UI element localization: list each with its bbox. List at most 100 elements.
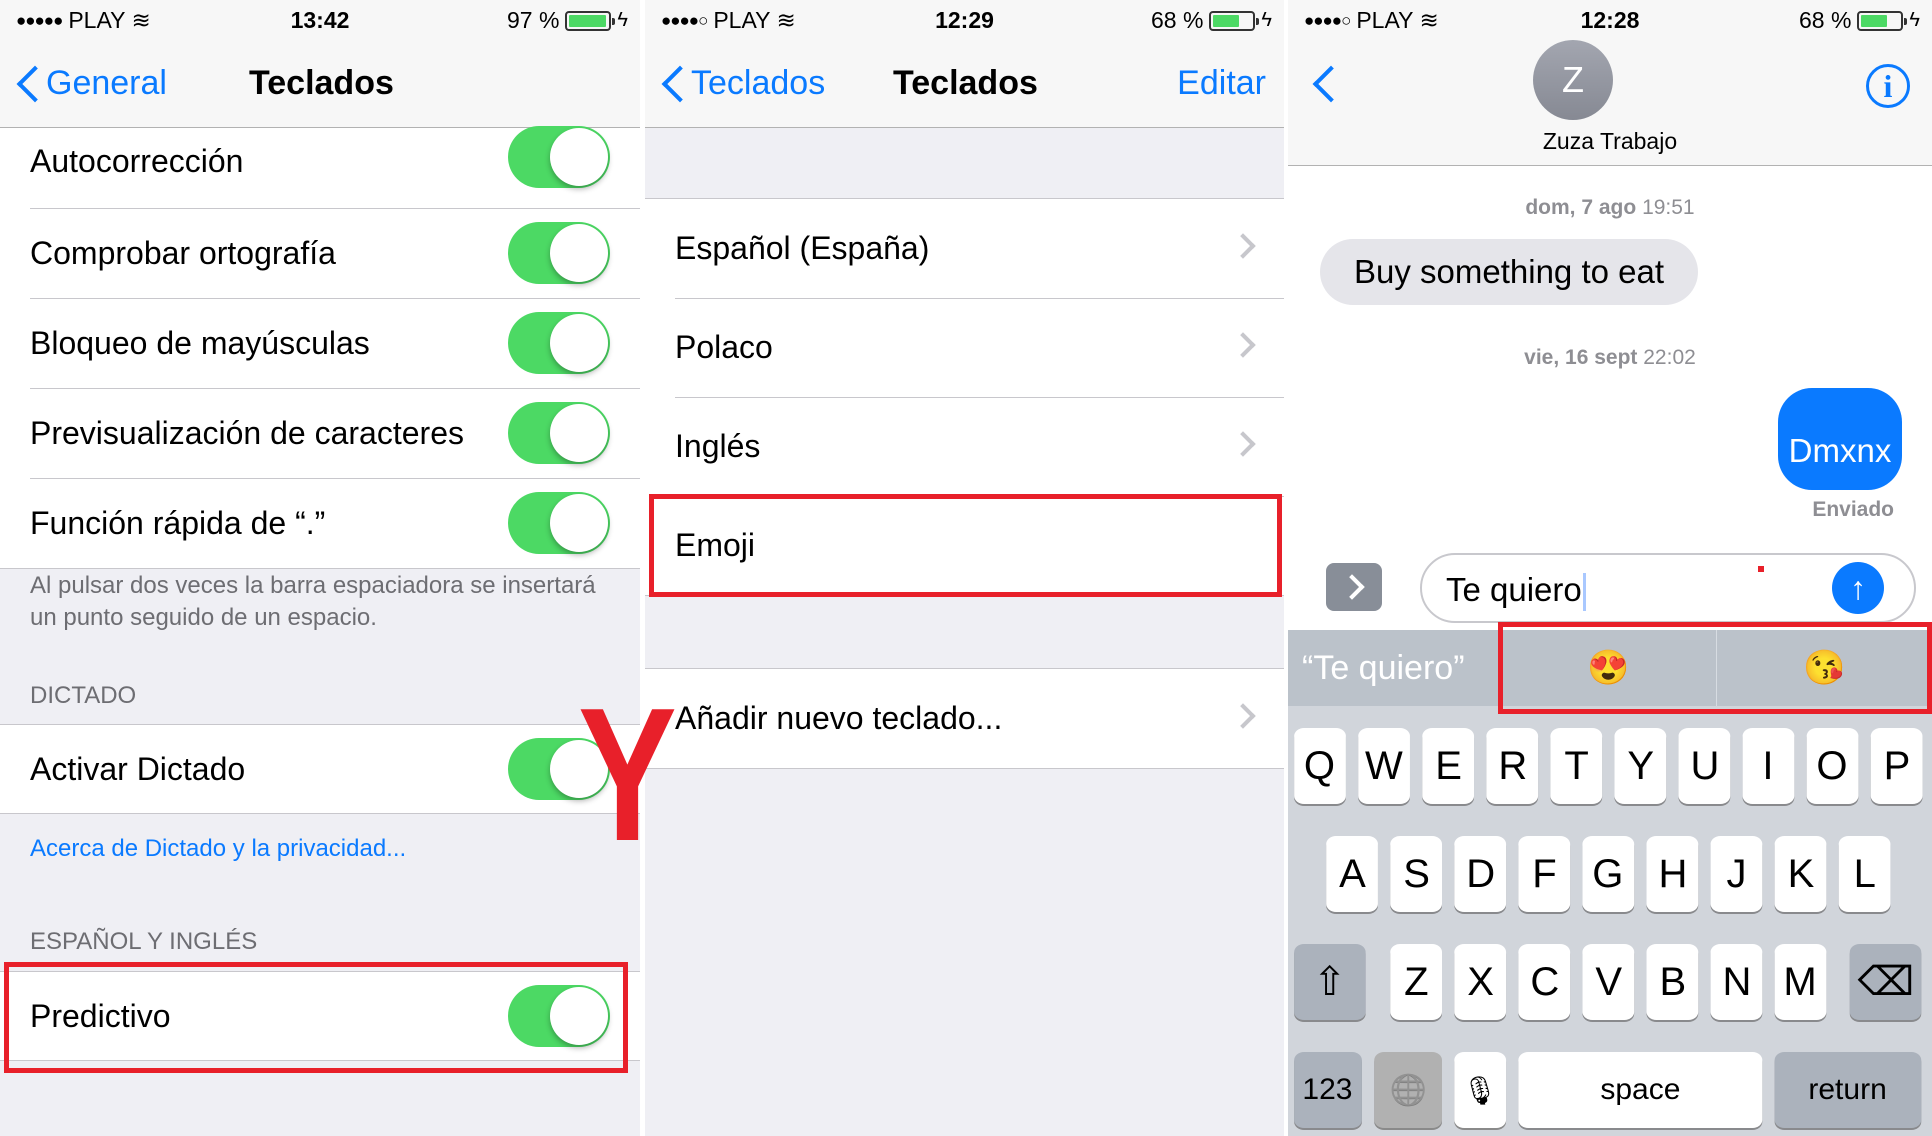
toggle-switch[interactable] [508, 402, 610, 464]
key-a[interactable]: A [1326, 836, 1378, 912]
globe-icon[interactable]: 🌐 [1374, 1052, 1442, 1128]
battery-icon [565, 10, 616, 31]
key-k[interactable]: K [1774, 836, 1827, 912]
key-c[interactable]: C [1518, 944, 1571, 1020]
period-shortcut-note: Al pulsar dos veces la barra espaciadora… [30, 572, 596, 631]
text-caret [1582, 573, 1586, 612]
edit-button[interactable]: Editar [1177, 64, 1266, 103]
key-label: Q [1304, 743, 1336, 788]
message-timestamp: dom, 7 ago 19:51 [1525, 196, 1695, 219]
backspace-icon[interactable]: ⌫ [1849, 944, 1922, 1020]
key-x[interactable]: X [1454, 944, 1507, 1020]
toggle-switch[interactable] [508, 985, 610, 1047]
message-timestamp: vie, 16 sept 22:02 [1524, 346, 1696, 369]
keyboard-item[interactable]: Polaco [645, 298, 1284, 397]
battery-percent: 68 % [1798, 7, 1852, 33]
key-label: M [1783, 959, 1818, 1004]
apps-expand-button[interactable] [1326, 563, 1382, 611]
toggle-row: Comprobar ortografía [0, 208, 640, 298]
add-keyboard-item[interactable]: Añadir nuevo teclado... [645, 669, 1284, 768]
key-d[interactable]: D [1454, 836, 1507, 912]
key-h[interactable]: H [1646, 836, 1699, 912]
key-j[interactable]: J [1710, 836, 1763, 912]
key-r[interactable]: R [1486, 728, 1539, 804]
keyboard-label: Emoji [675, 527, 756, 563]
battery-icon [1857, 10, 1908, 31]
key-o[interactable]: O [1806, 728, 1859, 804]
numbers-key[interactable]: 123 [1294, 1052, 1362, 1128]
key-t[interactable]: T [1550, 728, 1603, 804]
contact-avatar[interactable]: Z [1533, 40, 1613, 120]
space-key[interactable]: space [1518, 1052, 1763, 1128]
back-button[interactable]: General [14, 64, 167, 103]
send-arrow-icon[interactable]: ↑ [1832, 562, 1884, 614]
key-l[interactable]: L [1838, 836, 1891, 912]
toggle-switch[interactable] [508, 222, 610, 284]
key-label: X [1466, 959, 1494, 1004]
nav-bar: ●●●●● PLAY ≋ 13:42 97 % ϟ General Teclados [0, 0, 640, 128]
key-z[interactable]: Z [1390, 944, 1442, 1020]
key-label: N [1721, 959, 1751, 1004]
back-button[interactable] [1310, 66, 1332, 102]
keyboard-label: Español (España) [675, 230, 930, 266]
key-label: B [1659, 959, 1686, 1004]
keyboard-label: Inglés [675, 428, 761, 464]
charging-icon: ϟ [617, 9, 628, 31]
toggle-switch[interactable] [508, 312, 610, 374]
toggle-label: Autocorrección [30, 142, 244, 179]
key-label: 123 [1302, 1073, 1354, 1106]
back-label: Teclados [691, 64, 826, 102]
key-label: K [1787, 851, 1814, 896]
key-label: L [1853, 851, 1876, 896]
keyboard-label: Polaco [675, 329, 773, 365]
toggle-switch[interactable] [508, 126, 610, 188]
key-label: H [1657, 851, 1687, 896]
keyboard-item[interactable]: Inglés [645, 397, 1284, 496]
key-y[interactable]: Y [1614, 728, 1667, 804]
key-label: U [1689, 743, 1719, 788]
key-i[interactable]: I [1742, 728, 1795, 804]
key-m[interactable]: M [1774, 944, 1827, 1020]
info-icon[interactable]: i [1866, 64, 1910, 108]
dictation-privacy-link[interactable]: Acerca de Dictado y la privacidad... [30, 835, 406, 863]
chevron-right-icon [1230, 430, 1256, 457]
key-w[interactable]: W [1358, 728, 1410, 804]
key-g[interactable]: G [1582, 836, 1635, 912]
back-button[interactable]: Teclados [659, 64, 825, 103]
toggle-switch[interactable] [508, 492, 610, 554]
keyboard-settings-panel: ●●●●● PLAY ≋ 13:42 97 % ϟ General Teclados … [0, 0, 640, 1136]
add-keyboard-group: Añadir nuevo teclado... [645, 668, 1284, 769]
key-s[interactable]: S [1390, 836, 1442, 912]
key-label: 🌐 [1389, 1073, 1427, 1107]
key-n[interactable]: N [1710, 944, 1763, 1020]
toggle-label: Comprobar ortografía [30, 234, 336, 271]
section-header-language: ESPAÑOL Y INGLÉS [30, 928, 258, 955]
chevron-right-icon [1230, 331, 1256, 358]
keyboard: “Te quiero” 😍 😘 Q W E R T Y U I O P A S D F G H J K L ⇧ Z X C V… [1288, 630, 1932, 1136]
microphone-icon[interactable]: 🎙 [1454, 1052, 1507, 1128]
key-label: 🎙 [1462, 1074, 1498, 1106]
charging-icon: ϟ [1909, 9, 1920, 31]
key-label: J [1726, 851, 1747, 896]
keyboard-item[interactable]: Español (España) [645, 199, 1284, 298]
return-key[interactable]: return [1774, 1052, 1922, 1128]
key-p[interactable]: P [1870, 728, 1923, 804]
key-label: O [1816, 743, 1849, 788]
key-label: E [1434, 743, 1462, 788]
key-f[interactable]: F [1518, 836, 1571, 912]
key-u[interactable]: U [1678, 728, 1731, 804]
status-bar: ●●●●○ PLAY ≋ 12:29 68 % ϟ [645, 0, 1284, 40]
key-v[interactable]: V [1582, 944, 1635, 1020]
incoming-message-bubble[interactable]: Buy something to eat [1320, 239, 1699, 305]
battery-percent: 97 % [506, 7, 560, 33]
contact-name[interactable]: Zuza Trabajo [1288, 128, 1932, 155]
shift-arrow-icon[interactable]: ⇧ [1294, 944, 1366, 1020]
key-e[interactable]: E [1422, 728, 1475, 804]
toggle-label: Previsualización de caracteres [30, 414, 464, 451]
key-q[interactable]: Q [1294, 728, 1346, 804]
keyboards-group: Español (España) Polaco Inglés Emoji [645, 198, 1284, 596]
key-label: G [1592, 851, 1624, 896]
key-b[interactable]: B [1646, 944, 1699, 1020]
outgoing-message-bubble[interactable]: Dmxnx [1778, 388, 1902, 490]
keyboard-item[interactable]: Emoji [645, 496, 1284, 595]
